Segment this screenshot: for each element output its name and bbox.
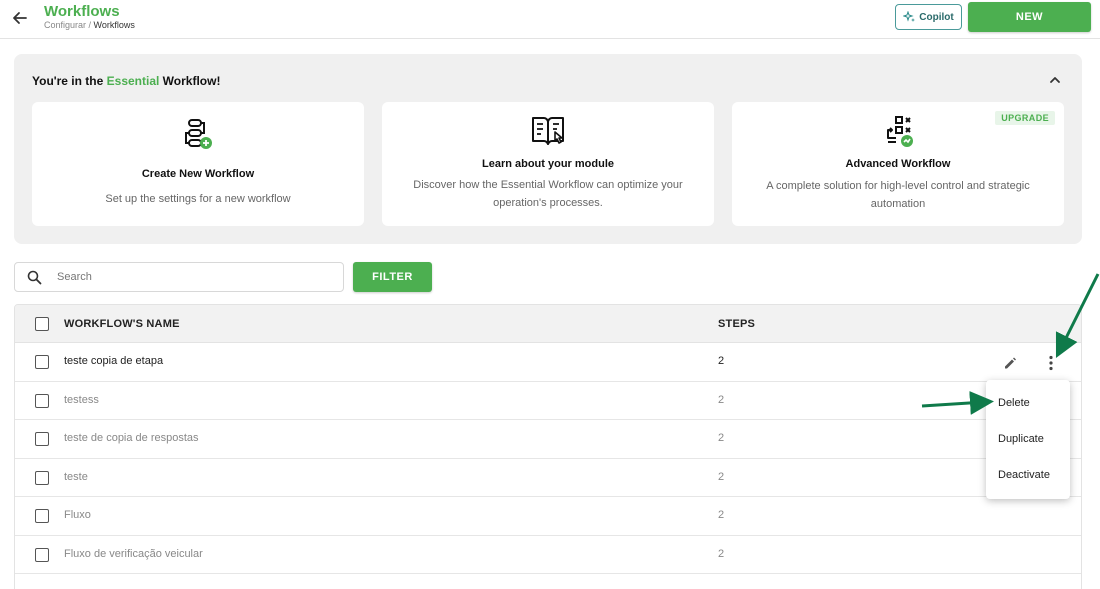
workflow-name[interactable]: Fluxo (64, 509, 91, 521)
table-row[interactable]: testess 2 (15, 382, 1081, 420)
workflow-steps: 2 (718, 355, 725, 367)
banner-title: You're in the Essential Workflow! (32, 74, 220, 88)
card-learn-module[interactable]: Learn about your module Discover how the… (382, 102, 714, 226)
column-header-name[interactable]: WORKFLOW'S NAME (64, 318, 180, 330)
row-actions-menu: Delete Duplicate Deactivate (986, 380, 1070, 499)
table-row[interactable]: teste copia de etapa 2 (15, 343, 1081, 382)
back-arrow-icon[interactable] (10, 8, 30, 28)
more-vertical-icon[interactable] (1045, 354, 1057, 372)
banner-title-suffix: Workflow! (159, 74, 221, 88)
essential-banner: You're in the Essential Workflow! Create… (14, 54, 1082, 244)
row-checkbox[interactable] (35, 432, 49, 446)
breadcrumb: Configurar / Workflows (44, 20, 135, 30)
row-checkbox[interactable] (35, 355, 49, 369)
workflow-steps: 2 (718, 432, 725, 444)
menu-item-duplicate[interactable]: Duplicate (998, 433, 1044, 445)
new-workflow-button[interactable]: NEW (968, 2, 1091, 32)
search-input[interactable] (57, 268, 327, 286)
chevron-up-icon[interactable] (1048, 73, 1062, 87)
advanced-workflow-icon (887, 116, 913, 147)
workflow-name[interactable]: teste (64, 471, 88, 483)
breadcrumb-separator: / (86, 20, 94, 30)
table-row[interactable]: teste 2 (15, 459, 1081, 497)
workflow-steps: 2 (718, 470, 725, 483)
upgrade-badge: UPGRADE (995, 111, 1055, 125)
search-box (14, 262, 344, 292)
workflow-add-icon (185, 119, 212, 149)
workflow-name[interactable]: testess (64, 394, 99, 406)
breadcrumb-current: Workflows (93, 20, 135, 30)
card-description: A complete solution for high-level contr… (766, 180, 1030, 210)
menu-item-deactivate[interactable]: Deactivate (998, 469, 1050, 481)
table-header: WORKFLOW'S NAME STEPS (15, 305, 1081, 343)
card-title: Learn about your module (481, 158, 614, 170)
card-description: Discover how the Essential Workflow can … (413, 179, 683, 209)
table-row[interactable]: Fluxo de verificação veicular 2 (15, 536, 1081, 574)
banner-title-highlight: Essential (106, 74, 160, 88)
card-create-workflow[interactable]: Create New Workflow Set up the settings … (32, 102, 364, 226)
card-advanced-workflow[interactable]: UPGRADE Advanced Workflow A complete sol… (732, 102, 1064, 226)
filter-button[interactable]: FILTER (353, 262, 432, 292)
table-row[interactable]: teste de copia de respostas 2 (15, 420, 1081, 459)
workflow-name[interactable]: teste copia de etapa (64, 355, 163, 367)
row-checkbox[interactable] (35, 509, 49, 523)
row-checkbox[interactable] (35, 547, 49, 562)
copilot-button[interactable]: Copilot (895, 4, 962, 30)
row-checkbox[interactable] (35, 470, 49, 485)
menu-item-delete[interactable]: Delete (998, 397, 1030, 409)
copilot-label: Copilot (919, 11, 954, 23)
workflows-table: WORKFLOW'S NAME STEPS teste copia de eta… (14, 304, 1082, 589)
page-title: Workflows (44, 3, 120, 20)
workflow-name[interactable]: Fluxo de verificação veicular (64, 548, 203, 560)
sparkle-icon (903, 11, 916, 22)
search-icon (27, 270, 42, 285)
card-title: Advanced Workflow (845, 158, 951, 170)
card-description: Set up the settings for a new workflow (105, 193, 291, 205)
book-icon (532, 117, 564, 145)
pencil-icon[interactable] (1002, 355, 1018, 371)
workflow-steps: 2 (718, 547, 725, 560)
row-checkbox[interactable] (35, 393, 49, 408)
banner-title-prefix: You're in the (32, 74, 107, 88)
top-bar: Workflows Configurar / Workflows Copilot… (0, 0, 1100, 39)
workflow-steps: 2 (718, 393, 725, 406)
breadcrumb-parent[interactable]: Configurar (44, 20, 86, 30)
workflow-steps: 2 (718, 509, 725, 521)
column-header-steps[interactable]: STEPS (718, 318, 755, 330)
card-title: Create New Workflow (141, 168, 255, 180)
workflow-name[interactable]: teste de copia de respostas (64, 432, 199, 444)
table-row[interactable]: Fluxo 2 (15, 497, 1081, 536)
select-all-checkbox[interactable] (35, 317, 49, 331)
